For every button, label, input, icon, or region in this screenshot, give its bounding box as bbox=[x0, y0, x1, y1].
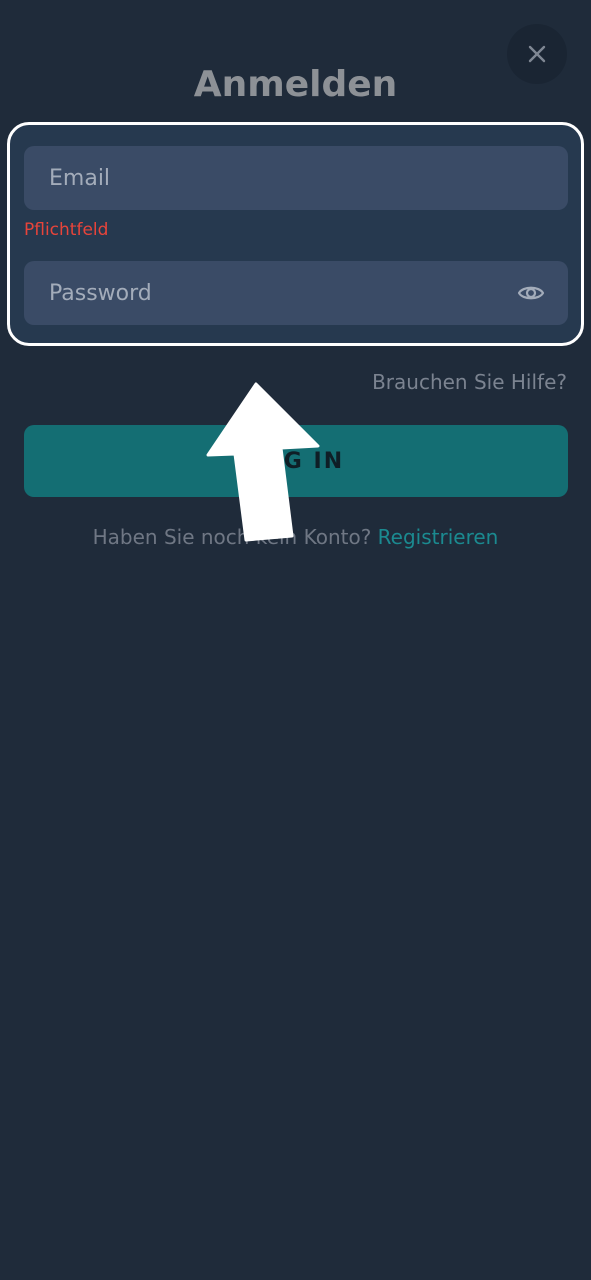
password-field[interactable]: Password bbox=[24, 261, 568, 325]
eye-icon[interactable] bbox=[516, 281, 546, 305]
login-button[interactable]: LOG IN bbox=[24, 425, 568, 497]
email-placeholder: Email bbox=[49, 165, 111, 191]
password-placeholder: Password bbox=[49, 280, 152, 306]
close-icon bbox=[528, 45, 546, 63]
page-title: Anmelden bbox=[193, 64, 398, 105]
help-link[interactable]: Brauchen Sie Hilfe? bbox=[372, 368, 567, 396]
email-error-message: Pflichtfeld bbox=[24, 220, 109, 240]
register-prompt: Haben Sie noch kein Konto? bbox=[92, 525, 372, 549]
register-row: Haben Sie noch kein Konto? Registrieren bbox=[0, 523, 591, 551]
register-link[interactable]: Registrieren bbox=[378, 525, 499, 549]
email-field[interactable]: Email bbox=[24, 146, 568, 210]
